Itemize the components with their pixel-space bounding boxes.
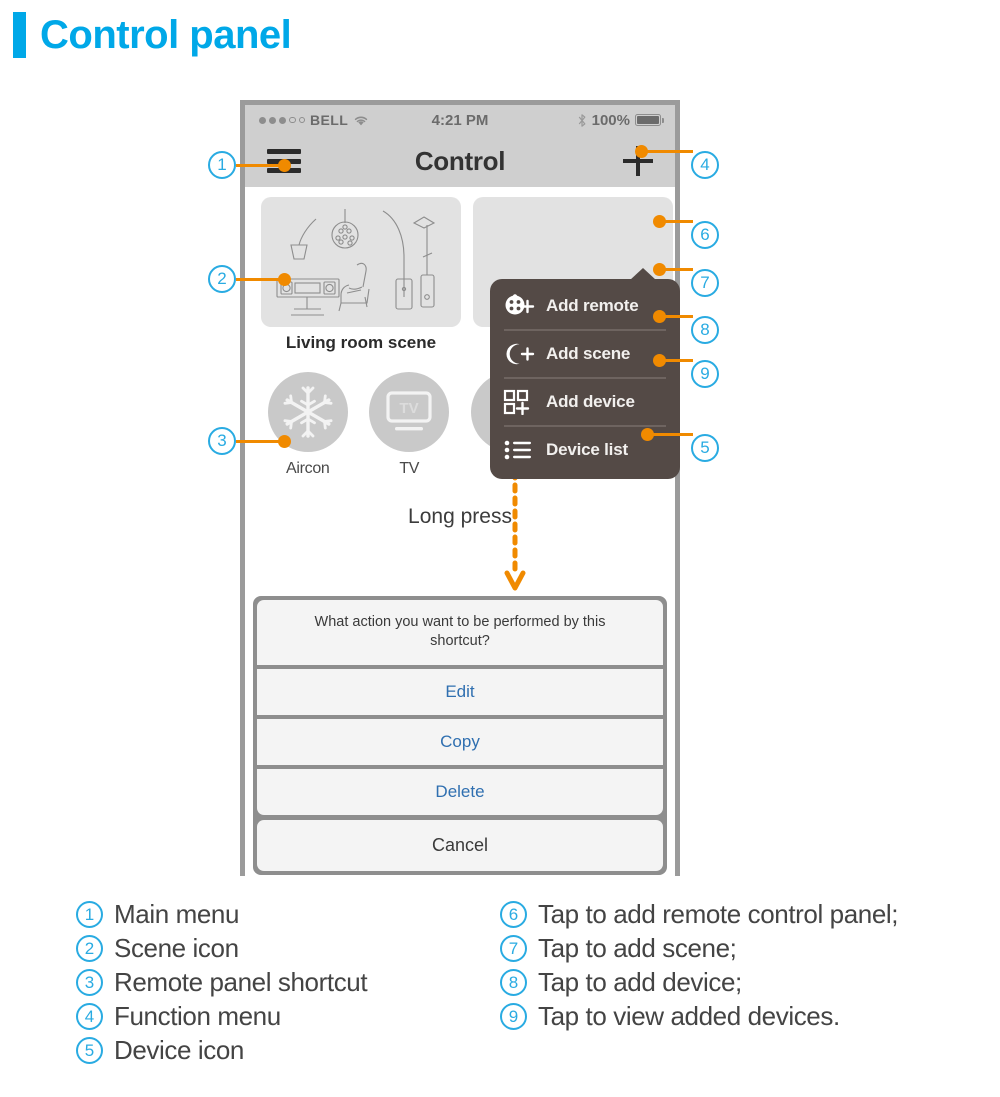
tv-icon: TV (386, 391, 432, 431)
legend-item-2: 2 Scene icon (76, 932, 476, 965)
menu-item-label: Add remote (546, 296, 639, 315)
status-bar: BELL 4:21 PM 100% (245, 105, 675, 135)
legend-number: 6 (500, 901, 527, 928)
list-icon (502, 436, 536, 464)
callout-number: 8 (691, 316, 719, 344)
legend-number: 9 (500, 1003, 527, 1030)
callout-number: 4 (691, 151, 719, 179)
callout-number: 9 (691, 360, 719, 388)
callout-1: 1 (208, 151, 291, 179)
callout-anchor-dot (278, 434, 291, 448)
legend-item-3: 3 Remote panel shortcut (76, 966, 476, 999)
phone-screen-body: Living room scene Aircon TV TV Long pres… (245, 187, 680, 881)
legend-number: 5 (76, 1037, 103, 1064)
legend: 1 Main menu 2 Scene icon 3 Remote panel … (76, 898, 976, 1068)
legend-column-left: 1 Main menu 2 Scene icon 3 Remote panel … (76, 898, 476, 1068)
legend-text: Main menu (114, 899, 240, 929)
callout-anchor-dot (278, 272, 291, 286)
grid-plus-icon (502, 388, 536, 416)
moon-plus-icon (502, 340, 536, 368)
scene-card-living-room[interactable] (261, 197, 461, 327)
page-title-text: Control panel (40, 13, 292, 57)
long-press-annotation: Long press (408, 505, 512, 528)
svg-text:TV: TV (400, 400, 419, 417)
device-shortcut-tv[interactable]: TV TV (363, 372, 455, 478)
menu-item-add-remote[interactable]: Add remote (490, 283, 680, 329)
callout-anchor-dot (278, 158, 291, 172)
battery-full-icon (635, 114, 664, 126)
callout-leader-line (659, 358, 693, 362)
action-delete-button[interactable]: Delete (257, 769, 663, 815)
menu-item-label: Add device (546, 392, 635, 411)
legend-number: 4 (76, 1003, 103, 1030)
action-sheet-prompt: What action you want to be performed by … (257, 599, 663, 665)
action-copy-button[interactable]: Copy (257, 719, 663, 765)
action-cancel-button[interactable]: Cancel (257, 820, 663, 871)
device-label: TV (399, 460, 420, 477)
callout-leader-line (659, 314, 693, 318)
legend-column-right: 6 Tap to add remote control panel; 7 Tap… (500, 898, 970, 1068)
remote-plus-icon (502, 292, 536, 320)
legend-text: Remote panel shortcut (114, 967, 368, 997)
action-sheet: What action you want to be performed by … (253, 595, 667, 875)
action-edit-button[interactable]: Edit (257, 669, 663, 715)
function-dropdown-menu: Add remote Add scene Add device Device l… (490, 268, 680, 479)
legend-item-8: 8 Tap to add device; (500, 966, 970, 999)
legend-text: Device icon (114, 1035, 244, 1065)
menu-item-add-device[interactable]: Add device (490, 379, 680, 425)
legend-item-9: 9 Tap to view added devices. (500, 1000, 970, 1033)
legend-text: Tap to add device; (538, 967, 742, 997)
legend-number: 1 (76, 901, 103, 928)
legend-text: Scene icon (114, 933, 239, 963)
legend-number: 8 (500, 969, 527, 996)
page-title: Control panel (13, 12, 292, 58)
device-label: Aircon (285, 460, 330, 477)
callout-leader-line (659, 267, 693, 271)
legend-text: Tap to view added devices. (538, 1001, 840, 1031)
callout-number: 2 (208, 265, 236, 293)
legend-number: 7 (500, 935, 527, 962)
callout-2: 2 (208, 265, 291, 293)
legend-item-7: 7 Tap to add scene; (500, 932, 970, 965)
action-sheet-group: What action you want to be performed by … (257, 599, 663, 815)
living-room-line-art (276, 209, 436, 316)
callout-number: 1 (208, 151, 236, 179)
bluetooth-icon (578, 113, 586, 127)
nav-title: Control (414, 145, 506, 176)
callout-number: 3 (208, 427, 236, 455)
nav-bar: Control (245, 135, 675, 187)
device-shortcut-aircon[interactable]: Aircon (262, 372, 354, 478)
legend-item-6: 6 Tap to add remote control panel; (500, 898, 970, 931)
legend-item-5: 5 Device icon (76, 1034, 476, 1067)
callout-number: 7 (691, 269, 719, 297)
menu-item-add-scene[interactable]: Add scene (490, 331, 680, 377)
callout-leader-line (641, 149, 693, 153)
status-bar-right: 100% (577, 111, 664, 129)
callout-number: 6 (691, 221, 719, 249)
legend-number: 2 (76, 935, 103, 962)
legend-item-1: 1 Main menu (76, 898, 476, 931)
legend-number: 3 (76, 969, 103, 996)
device-icon-circle: TV (369, 372, 450, 452)
legend-text: Function menu (114, 1001, 281, 1031)
callout-number: 5 (691, 434, 719, 462)
menu-item-label: Add scene (546, 344, 631, 363)
title-accent-bar (13, 12, 26, 58)
battery-percent-label: 100% (591, 111, 630, 129)
menu-item-label: Device list (546, 440, 628, 459)
callout-leader-line (659, 219, 693, 223)
legend-text: Tap to add scene; (538, 933, 737, 963)
phone-mockup: BELL 4:21 PM 100% Control Living room sc… (240, 100, 680, 881)
legend-text: Tap to add remote control panel; (538, 899, 899, 929)
snowflake-icon (283, 386, 333, 438)
legend-item-4: 4 Function menu (76, 1000, 476, 1033)
callout-3: 3 (208, 427, 291, 455)
scene-card-label: Living room scene (285, 333, 437, 352)
callout-leader-line (647, 432, 693, 436)
